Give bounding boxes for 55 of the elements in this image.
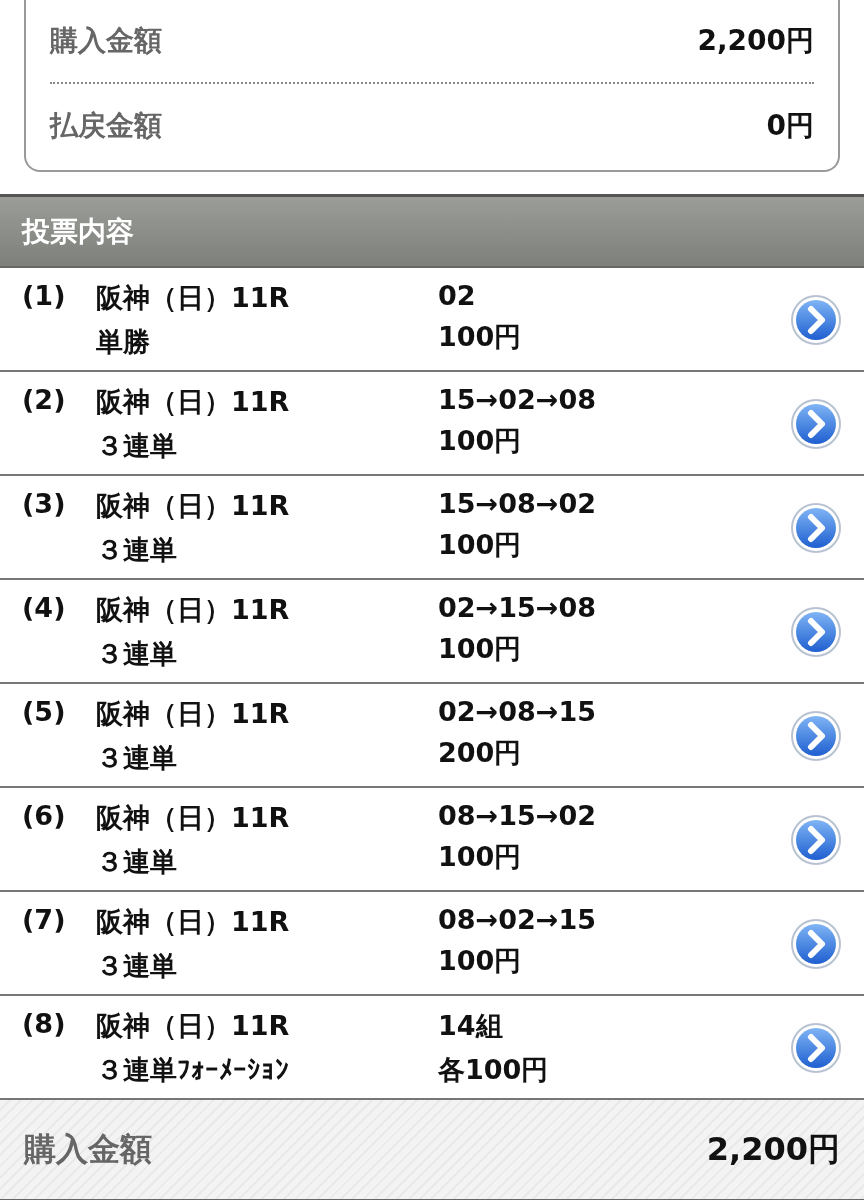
bet-number: (2): [22, 384, 67, 415]
bet-combination: 14組: [438, 1009, 504, 1043]
race-name: 阪神（日）11R: [96, 905, 291, 939]
chevron-right-icon[interactable]: [790, 502, 842, 554]
bet-type: ３連単: [96, 429, 178, 463]
race-name: 阪神（日）11R: [96, 281, 291, 315]
summary-value: 2,200円: [697, 23, 814, 59]
race-name: 阪神（日）11R: [96, 1009, 291, 1043]
bet-combination: 08→02→15: [438, 904, 597, 935]
chevron-right-icon[interactable]: [790, 398, 842, 450]
bet-amount: 100円: [438, 632, 523, 666]
bet-amount: 100円: [438, 528, 523, 562]
bet-amount: 各100円: [438, 1053, 550, 1087]
bet-type: ３連単: [96, 741, 178, 775]
chevron-right-icon[interactable]: [790, 294, 842, 346]
chevron-right-icon[interactable]: [790, 1022, 842, 1074]
total-value: 2,200円: [706, 1128, 840, 1170]
bet-type: ３連単: [96, 533, 178, 567]
bet-combination: 15→02→08: [438, 384, 597, 415]
chevron-right-icon[interactable]: [790, 918, 842, 970]
bet-type: ３連単ﾌｫｰﾒｰｼｮﾝ: [96, 1053, 290, 1087]
race-name: 阪神（日）11R: [96, 489, 291, 523]
bet-combination: 02→08→15: [438, 696, 597, 727]
race-name: 阪神（日）11R: [96, 385, 291, 419]
total-label: 購入金額: [24, 1128, 152, 1170]
bet-type: ３連単: [96, 637, 178, 671]
chevron-right-icon[interactable]: [790, 606, 842, 658]
summary-value: 0円: [766, 108, 814, 144]
bet-amount: 100円: [438, 424, 523, 458]
bet-combination: 02→15→08: [438, 592, 597, 623]
chevron-right-icon[interactable]: [790, 814, 842, 866]
bet-number: (3): [22, 488, 67, 519]
bet-type: ３連単: [96, 845, 178, 879]
race-name: 阪神（日）11R: [96, 697, 291, 731]
bet-combination: 08→15→02: [438, 800, 597, 831]
bet-type: ３連単: [96, 949, 178, 983]
summary-label: 払戻金額: [50, 108, 162, 144]
summary-label: 購入金額: [50, 23, 162, 59]
bet-combination: 02: [438, 280, 477, 311]
bet-number: (7): [22, 904, 67, 935]
bet-type: 単勝: [96, 325, 151, 359]
bet-combination: 15→08→02: [438, 488, 597, 519]
bet-amount: 100円: [438, 320, 523, 354]
bet-amount: 100円: [438, 840, 523, 874]
race-name: 阪神（日）11R: [96, 593, 291, 627]
chevron-right-icon[interactable]: [790, 710, 842, 762]
bet-amount: 100円: [438, 944, 523, 978]
bet-number: (6): [22, 800, 67, 831]
section-title: 投票内容: [22, 213, 134, 250]
bet-number: (1): [22, 280, 67, 311]
bet-number: (5): [22, 696, 67, 727]
bet-amount: 200円: [438, 736, 523, 770]
bet-number: (8): [22, 1008, 67, 1039]
race-name: 阪神（日）11R: [96, 801, 291, 835]
bet-number: (4): [22, 592, 67, 623]
